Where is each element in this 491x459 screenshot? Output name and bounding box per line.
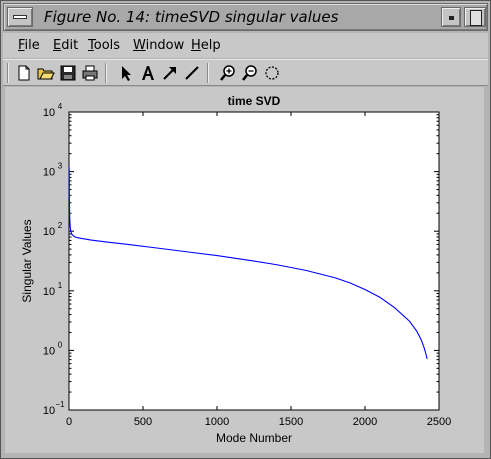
- figure-window: Figure No. 14: timeSVD singular values F…: [0, 0, 491, 459]
- menu-bar: File Edit Tools Window Help: [3, 33, 488, 58]
- title-bar[interactable]: Figure No. 14: timeSVD singular values: [3, 3, 488, 31]
- window-title: Figure No. 14: timeSVD singular values: [44, 8, 339, 26]
- menu-tools[interactable]: Tools: [88, 38, 120, 53]
- x-tick-label: 1000: [205, 416, 229, 428]
- y-axis-label: Singular Values: [20, 219, 34, 302]
- menu-help-label: elp: [200, 38, 221, 53]
- arrow-tool-icon[interactable]: [161, 64, 179, 82]
- print-icon[interactable]: [81, 64, 99, 82]
- menu-edit[interactable]: Edit: [53, 38, 78, 53]
- toolbar-separator: [105, 63, 107, 83]
- y-tick-exponent: −1: [55, 400, 65, 409]
- new-file-icon[interactable]: [15, 64, 33, 82]
- x-axis-label: Mode Number: [216, 431, 292, 445]
- menu-window[interactable]: Window: [133, 38, 184, 53]
- y-tick-label: 10: [43, 167, 55, 179]
- y-tick-exponent: 3: [58, 162, 63, 171]
- zoom-out-icon[interactable]: [241, 64, 259, 82]
- toolbar: [3, 59, 488, 86]
- menu-window-mnemonic: W: [133, 38, 146, 53]
- zoom-in-icon[interactable]: [219, 64, 237, 82]
- rotate-icon[interactable]: [263, 64, 281, 82]
- y-tick-exponent: 1: [58, 281, 63, 290]
- menu-file[interactable]: File: [18, 38, 40, 53]
- menu-edit-mnemonic: E: [53, 38, 62, 53]
- maximize-icon: [470, 10, 482, 26]
- line-tool-icon[interactable]: [183, 64, 201, 82]
- minimize-button[interactable]: [441, 7, 461, 27]
- y-tick-label: 10: [43, 286, 55, 298]
- window-menu-button[interactable]: [7, 7, 33, 27]
- y-tick-label: 10: [43, 226, 55, 238]
- select-arrow-icon[interactable]: [117, 64, 135, 82]
- menu-help[interactable]: Help: [191, 38, 221, 53]
- y-tick-label: 10: [43, 345, 55, 357]
- menu-help-mnemonic: H: [191, 38, 201, 53]
- y-tick-exponent: 2: [58, 221, 63, 230]
- open-folder-icon[interactable]: [37, 64, 55, 82]
- x-tick-label: 2500: [427, 416, 451, 428]
- minimize-icon: [449, 16, 454, 20]
- maximize-button[interactable]: [464, 7, 486, 27]
- menu-window-label: indow: [145, 38, 185, 53]
- toolbar-separator: [207, 63, 209, 83]
- x-tick-label: 2000: [353, 416, 377, 428]
- singular-values-chart[interactable]: time SVDMode NumberSingular Values0 500 10…: [5, 87, 484, 453]
- x-tick-label: 1500: [279, 416, 303, 428]
- menu-edit-label: dit: [61, 38, 79, 53]
- y-tick-exponent: 0: [58, 340, 63, 349]
- menu-file-label: ile: [24, 38, 40, 53]
- x-tick-label: 500: [134, 416, 152, 428]
- y-tick-label: 10: [43, 107, 55, 119]
- chart-title: time SVD: [228, 94, 281, 108]
- save-icon[interactable]: [59, 64, 77, 82]
- y-tick-exponent: 4: [58, 102, 63, 111]
- x-tick-label: 0: [66, 416, 72, 428]
- toolbar-separator: [7, 63, 9, 83]
- y-tick-label: 10: [43, 405, 55, 417]
- text-tool-icon[interactable]: [139, 64, 157, 82]
- figure-area: time SVD Mode Number Singular Values 0 500 10…: [5, 87, 484, 453]
- window-menu-icon: [13, 15, 27, 19]
- menu-tools-label: ools: [93, 38, 121, 53]
